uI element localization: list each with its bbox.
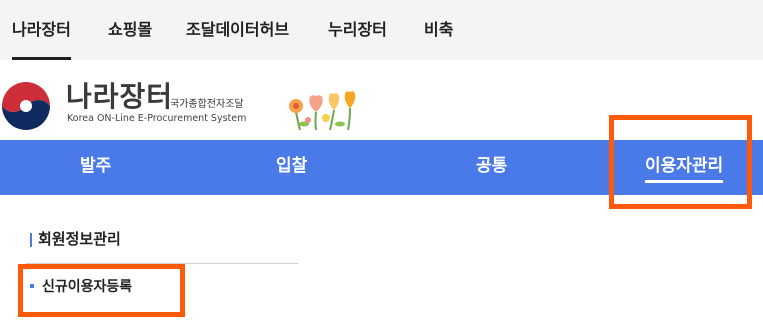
highlight-box-new-user-registration (18, 264, 185, 317)
top-tab-stockpile[interactable]: 비축 (424, 0, 453, 60)
nav-item-bidding[interactable]: 입찰 (276, 140, 307, 195)
logo-subtitle-korean: 국가종합전자조달 (170, 99, 244, 110)
top-tab-nuri-market[interactable]: 누리장터 (328, 0, 387, 60)
top-tab-shopping-mall[interactable]: 쇼핑몰 (108, 0, 152, 60)
logo-subtitle-english: Korea ON-Line E-Procurement System (67, 113, 247, 124)
highlight-box-user-management (609, 115, 752, 209)
flowers-illustration-icon (289, 91, 356, 131)
nav-item-common[interactable]: 공통 (476, 140, 507, 195)
top-tab-data-hub[interactable]: 조달데이터허브 (186, 0, 289, 60)
nav-item-label: 발주 (80, 156, 112, 176)
side-menu-section-title[interactable]: 회원정보관리 (38, 229, 121, 249)
section-marker (30, 233, 32, 247)
top-tab-narajangteo[interactable]: 나라장터 (12, 0, 71, 60)
page: 나라장터 쇼핑몰 조달데이터허브 누리장터 비축 나라장터 국가종합전자조달 K… (0, 0, 763, 329)
logo-title[interactable]: 나라장터 (66, 82, 173, 112)
nav-item-label: 공통 (476, 156, 508, 176)
top-tab-bar: 나라장터 쇼핑몰 조달데이터허브 누리장터 비축 (0, 0, 763, 60)
nav-item-label: 입찰 (276, 156, 308, 176)
government-emblem-icon[interactable] (0, 80, 56, 132)
nav-item-order[interactable]: 발주 (80, 140, 111, 195)
